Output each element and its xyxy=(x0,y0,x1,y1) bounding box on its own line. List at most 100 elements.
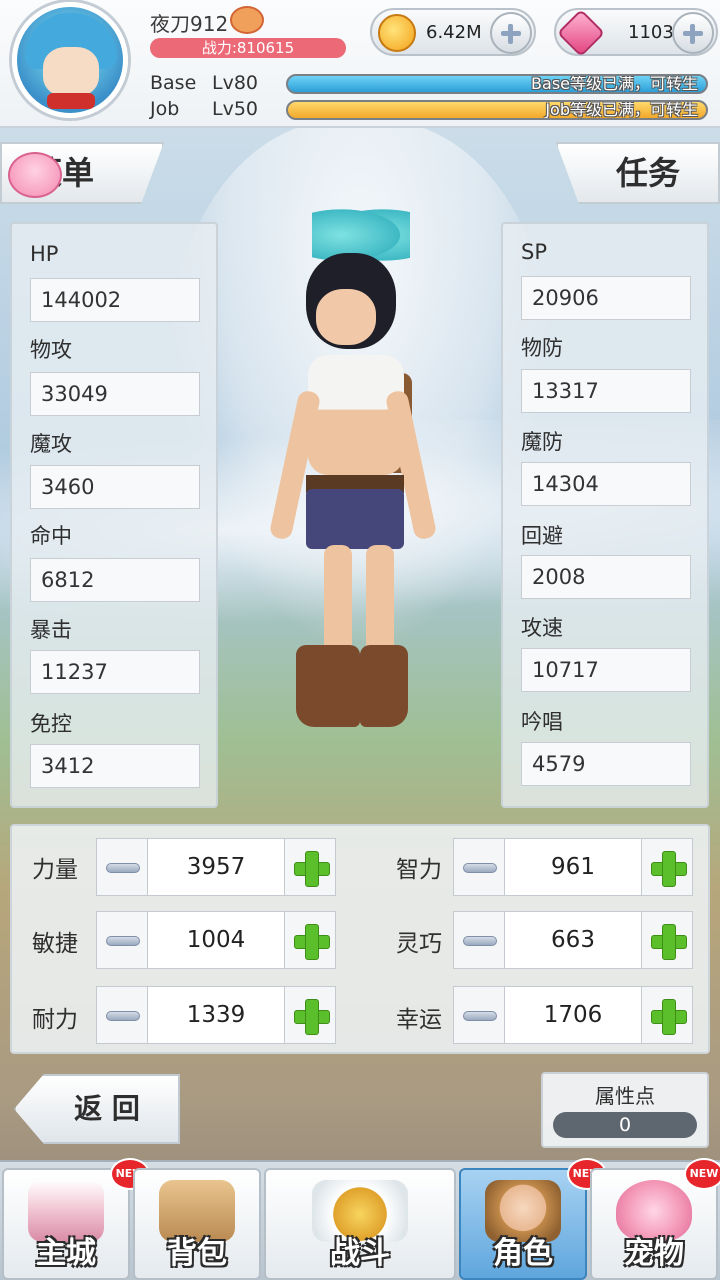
attr-label-vit: 耐力 xyxy=(32,1007,78,1033)
avatar-face xyxy=(43,47,99,97)
character-left-boot xyxy=(296,645,360,727)
minus-icon xyxy=(106,936,140,946)
back-button[interactable]: 返 回 xyxy=(14,1074,180,1144)
stat-value-evade: 2008 xyxy=(521,555,691,599)
attr-label-str: 力量 xyxy=(32,857,78,883)
gold-display: 6.42M xyxy=(370,8,536,56)
decrease-agi-button[interactable] xyxy=(96,911,148,969)
add-gold-button[interactable] xyxy=(490,12,532,54)
attribute-points: 属性点 0 xyxy=(541,1072,709,1148)
increase-vit-button[interactable] xyxy=(284,986,336,1044)
stat-label-cast: 吟唱 xyxy=(521,710,563,734)
character-shorts xyxy=(306,489,404,549)
stat-value-crit: 11237 xyxy=(30,650,200,694)
increase-agi-button[interactable] xyxy=(284,911,336,969)
attr-value-str: 3957 xyxy=(147,838,285,896)
stat-label-hp: HP xyxy=(30,242,59,266)
stat-label-matk: 魔攻 xyxy=(30,432,72,456)
stat-value-cast: 4579 xyxy=(521,742,691,786)
attr-value-dex: 663 xyxy=(504,911,642,969)
attribute-points-value: 0 xyxy=(553,1112,697,1138)
stat-label-aspd: 攻速 xyxy=(521,616,563,640)
base-label: Base xyxy=(150,72,197,94)
decrease-dex-button[interactable] xyxy=(453,911,505,969)
increase-dex-button[interactable] xyxy=(641,911,693,969)
attr-stepper-luk: 1706 xyxy=(453,986,693,1044)
attr-value-int: 961 xyxy=(504,838,642,896)
stat-value-pdef: 13317 xyxy=(521,369,691,413)
quest-tab-label: 任务 xyxy=(616,154,681,192)
stat-label-hit: 命中 xyxy=(30,524,72,548)
attr-value-agi: 1004 xyxy=(147,911,285,969)
gem-icon xyxy=(556,8,606,58)
add-gems-button[interactable] xyxy=(672,12,714,54)
character-left-leg xyxy=(324,545,352,655)
stat-value-hit: 6812 xyxy=(30,558,200,602)
decrease-str-button[interactable] xyxy=(96,838,148,896)
stat-value-matk: 3460 xyxy=(30,465,200,509)
attr-label-dex: 灵巧 xyxy=(396,931,442,957)
nav-character-label: 角色 xyxy=(493,1236,553,1271)
stat-label-sp: SP xyxy=(521,240,547,264)
player-name: 夜刀912 xyxy=(150,12,229,36)
stat-value-patk: 33049 xyxy=(30,372,200,416)
nav-battle[interactable]: 战斗 xyxy=(264,1168,456,1280)
increase-int-button[interactable] xyxy=(641,838,693,896)
attribute-panel: 力量 3957 智力 961 敏捷 1004 灵巧 663 耐力 1339 幸运… xyxy=(10,824,710,1054)
base-exp-bar: Base等级已满，可转生 xyxy=(286,74,708,94)
attr-stepper-vit: 1339 xyxy=(96,986,336,1044)
player-header: 夜刀912 战力:810615 Base Lv80 Base等级已满，可转生 J… xyxy=(0,0,720,128)
job-label: Job xyxy=(150,98,180,120)
attr-value-vit: 1339 xyxy=(147,986,285,1044)
stats-panel-right: SP 20906 物防 13317 魔防 14304 回避 2008 攻速 10… xyxy=(501,222,709,808)
nav-pet-label: 宠物 xyxy=(624,1236,684,1271)
gem-display: 1103 xyxy=(554,8,718,58)
character-right-leg xyxy=(366,545,394,655)
bottom-nav: 主城 NEW 背包 战斗 角色 NEW 宠物 NEW xyxy=(0,1158,720,1280)
nav-backpack[interactable]: 背包 xyxy=(133,1168,261,1280)
increase-luk-button[interactable] xyxy=(641,986,693,1044)
quest-tab[interactable]: 任务 xyxy=(556,142,720,204)
character-model[interactable] xyxy=(268,205,440,735)
minus-icon xyxy=(106,863,140,873)
attr-label-agi: 敏捷 xyxy=(32,931,78,957)
stat-value-cc-immune: 3412 xyxy=(30,744,200,788)
decrease-vit-button[interactable] xyxy=(96,986,148,1044)
attr-stepper-dex: 663 xyxy=(453,911,693,969)
stats-panel-left: HP 144002 物攻 33049 魔攻 3460 命中 6812 暴击 11… xyxy=(10,222,218,808)
gold-amount: 6.42M xyxy=(426,22,482,43)
stat-value-hp: 144002 xyxy=(30,278,200,322)
job-level: Lv50 xyxy=(212,98,259,120)
attr-stepper-int: 961 xyxy=(453,838,693,896)
attr-stepper-agi: 1004 xyxy=(96,911,336,969)
decrease-luk-button[interactable] xyxy=(453,986,505,1044)
guild-emblem-icon xyxy=(230,6,264,34)
nav-main-city[interactable]: 主城 xyxy=(2,1168,130,1280)
increase-str-button[interactable] xyxy=(284,838,336,896)
attr-stepper-str: 3957 xyxy=(96,838,336,896)
minus-icon xyxy=(106,1011,140,1021)
attribute-points-label: 属性点 xyxy=(595,1084,655,1108)
nav-backpack-label: 背包 xyxy=(167,1236,227,1271)
stat-label-mdef: 魔防 xyxy=(521,430,563,454)
nav-main-city-label: 主城 xyxy=(36,1236,96,1271)
stat-label-cc-immune: 免控 xyxy=(30,712,72,736)
decrease-int-button[interactable] xyxy=(453,838,505,896)
nav-character[interactable]: 角色 xyxy=(459,1168,587,1280)
attr-label-luk: 幸运 xyxy=(396,1007,442,1033)
stat-value-sp: 20906 xyxy=(521,276,691,320)
stat-label-crit: 暴击 xyxy=(30,618,72,642)
stat-label-pdef: 物防 xyxy=(521,336,563,360)
character-right-boot xyxy=(360,645,408,727)
stat-value-aspd: 10717 xyxy=(521,648,691,692)
character-face xyxy=(316,289,376,345)
minus-icon xyxy=(463,863,497,873)
player-avatar[interactable] xyxy=(12,2,128,118)
poring-pet-icon[interactable] xyxy=(8,152,62,198)
gold-coin-icon xyxy=(378,14,416,52)
job-exp-bar: Job等级已满，可转生 xyxy=(286,100,708,120)
attr-label-int: 智力 xyxy=(396,857,442,883)
gem-amount: 1103 xyxy=(628,22,674,43)
minus-icon xyxy=(463,936,497,946)
attr-value-luk: 1706 xyxy=(504,986,642,1044)
